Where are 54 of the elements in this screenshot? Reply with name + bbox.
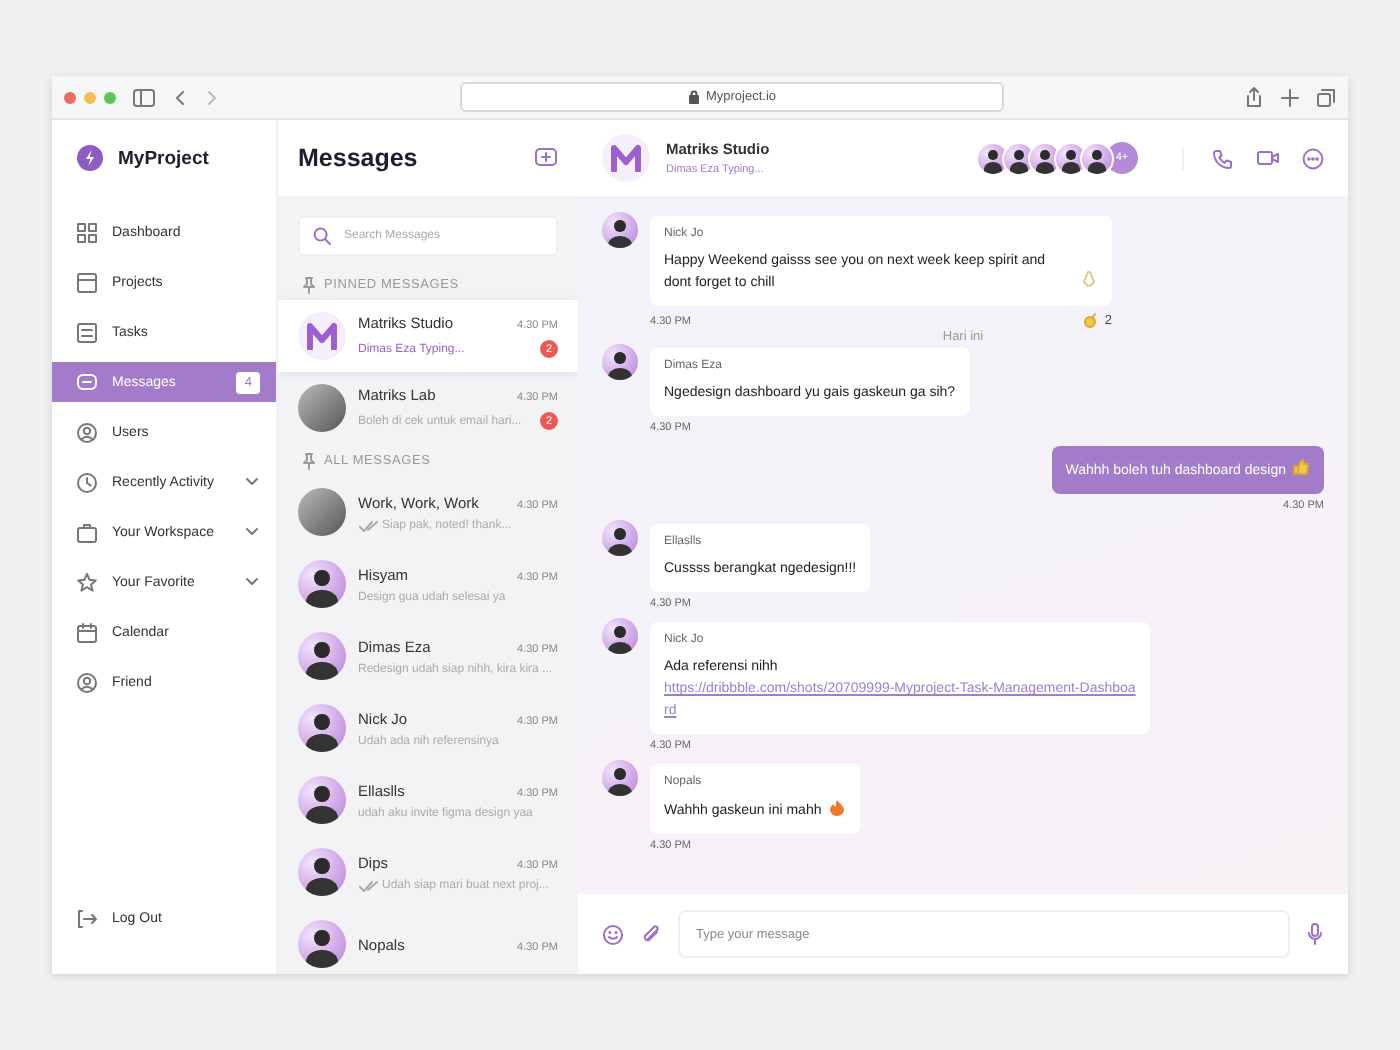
chevron-down-icon [244,476,260,488]
avatar [298,560,346,608]
thumbs-up-icon [1292,458,1310,476]
letter-m-logo-icon [610,144,642,172]
briefcase-icon [76,521,98,543]
avatar [298,776,346,824]
avatar [298,920,346,968]
logout-icon [76,907,98,929]
user-icon [76,671,98,693]
grid-icon [76,221,98,243]
new-chat-icon[interactable] [534,146,558,170]
avatar [298,848,346,896]
avatar [298,704,346,752]
back-icon[interactable] [172,87,188,107]
video-camera-icon[interactable] [1256,148,1280,168]
tabs-icon[interactable] [1316,87,1336,107]
chat-icon [76,371,98,393]
calendar-icon [76,621,98,643]
letter-m-logo-icon [306,322,338,350]
clock-icon [76,471,98,493]
avatar [602,760,638,796]
lightning-logo-icon [76,144,104,172]
star-icon [76,571,98,593]
avatar [298,632,346,680]
avatar [602,212,638,248]
photo-placeholder [298,488,346,536]
avatar [602,344,638,380]
paperclip-icon[interactable] [640,923,662,945]
app-name: MyProject [118,147,209,169]
avatar [602,520,638,556]
photo-placeholder [298,384,346,432]
smiley-icon[interactable] [602,923,624,945]
sidebar-toggle-icon[interactable] [132,87,156,107]
share-icon[interactable] [1244,86,1264,108]
checklist-icon [76,321,98,343]
phone-icon[interactable] [1212,147,1234,169]
double-check-icon [358,879,378,891]
fire-icon [827,798,846,816]
double-check-icon [358,519,378,531]
chevron-down-icon [244,526,260,538]
more-options-icon[interactable] [1302,147,1324,169]
avatar [602,618,638,654]
microphone-icon[interactable] [1306,922,1324,946]
lock-icon [687,90,700,104]
pin-icon [302,452,316,470]
avatar [1080,141,1114,175]
avatar [976,141,1010,175]
folder-icon [76,271,98,293]
chevron-down-icon [244,576,260,588]
pin-icon [302,276,316,294]
panel-title: Messages [298,144,418,172]
user-icon [76,421,98,443]
search-icon [312,226,332,246]
new-tab-icon[interactable] [1280,87,1300,107]
